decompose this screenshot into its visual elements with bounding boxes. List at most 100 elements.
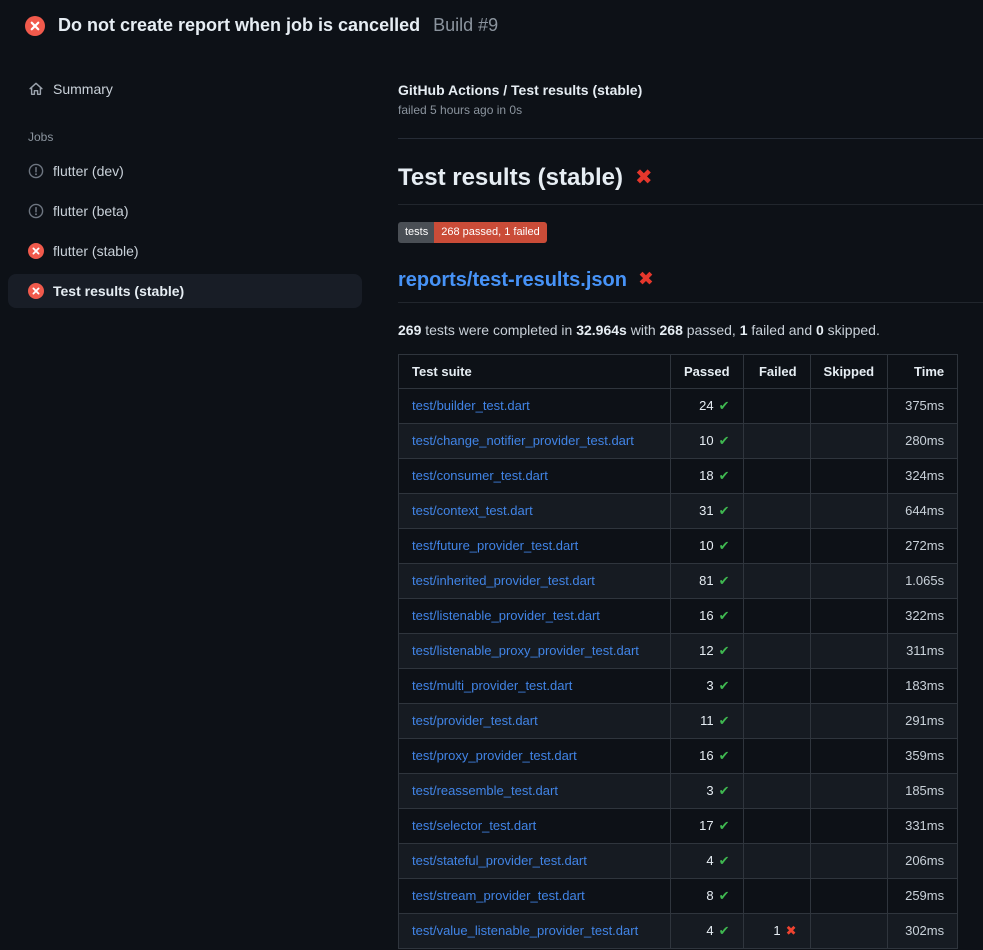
passed-value: 8 — [706, 888, 713, 903]
failed-value: 1 — [773, 923, 780, 938]
passed-cell: 16✔ — [671, 598, 744, 633]
check-icon: ✔ — [719, 469, 730, 484]
time-cell: 183ms — [888, 668, 958, 703]
alert-circle-icon — [28, 203, 44, 219]
table-row: test/selector_test.dart17✔331ms — [399, 808, 958, 843]
skipped-cell — [810, 633, 888, 668]
test-suite-cell: test/listenable_proxy_provider_test.dart — [399, 633, 671, 668]
failed-cell — [743, 738, 810, 773]
test-suite-cell: test/listenable_provider_test.dart — [399, 598, 671, 633]
time-cell: 206ms — [888, 843, 958, 878]
skipped-cell — [810, 493, 888, 528]
test-suite-cell: test/context_test.dart — [399, 493, 671, 528]
skipped-cell — [810, 388, 888, 423]
sidebar-item-flutter-beta[interactable]: flutter (beta) — [8, 194, 362, 228]
col-header-passed: Passed — [671, 354, 744, 388]
cross-mark-icon: ✖ — [635, 164, 653, 190]
table-header-row: Test suite Passed Failed Skipped Time — [399, 354, 958, 388]
test-suite-link[interactable]: test/listenable_provider_test.dart — [412, 608, 600, 623]
test-suite-link[interactable]: test/listenable_proxy_provider_test.dart — [412, 643, 639, 658]
test-suite-link[interactable]: test/stateful_provider_test.dart — [412, 853, 587, 868]
test-suite-link[interactable]: test/multi_provider_test.dart — [412, 678, 572, 693]
time-cell: 322ms — [888, 598, 958, 633]
test-suite-link[interactable]: test/context_test.dart — [412, 503, 533, 518]
passed-count: 268 — [660, 322, 683, 338]
test-suite-cell: test/proxy_provider_test.dart — [399, 738, 671, 773]
alert-circle-icon — [28, 163, 44, 179]
time-cell: 259ms — [888, 878, 958, 913]
test-suite-link[interactable]: test/change_notifier_provider_test.dart — [412, 433, 634, 448]
test-suite-cell: test/consumer_test.dart — [399, 458, 671, 493]
passed-value: 4 — [706, 923, 713, 938]
passed-value: 3 — [706, 783, 713, 798]
table-row: test/change_notifier_provider_test.dart 1… — [399, 423, 958, 458]
time-cell: 311ms — [888, 633, 958, 668]
table-row: test/proxy_provider_test.dart16✔359ms — [399, 738, 958, 773]
failed-cell — [743, 633, 810, 668]
col-header-time: Time — [888, 354, 958, 388]
passed-value: 31 — [699, 503, 713, 518]
passed-cell: 4✔ — [671, 843, 744, 878]
passed-value: 16 — [699, 748, 713, 763]
col-header-failed: Failed — [743, 354, 810, 388]
sidebar-item-flutter-dev[interactable]: flutter (dev) — [8, 154, 362, 188]
test-suite-link[interactable]: test/value_listenable_provider_test.dart — [412, 923, 638, 938]
passed-value: 3 — [706, 678, 713, 693]
skipped-cell — [810, 598, 888, 633]
x-circle-icon — [28, 243, 44, 259]
test-suite-cell: test/reassemble_test.dart — [399, 773, 671, 808]
failed-cell — [743, 808, 810, 843]
build-number: Build #9 — [433, 15, 498, 36]
check-icon: ✔ — [719, 819, 730, 834]
skipped-cell — [810, 458, 888, 493]
home-icon — [28, 81, 44, 97]
time-cell: 185ms — [888, 773, 958, 808]
table-row: test/listenable_proxy_provider_test.dart… — [399, 633, 958, 668]
table-row: test/builder_test.dart24✔375ms — [399, 388, 958, 423]
sidebar-item-test-results-stable[interactable]: Test results (stable) — [8, 274, 362, 308]
passed-value: 12 — [699, 643, 713, 658]
test-suite-link[interactable]: test/stream_provider_test.dart — [412, 888, 585, 903]
failed-cell — [743, 843, 810, 878]
test-suite-link[interactable]: test/consumer_test.dart — [412, 468, 548, 483]
test-suite-link[interactable]: test/builder_test.dart — [412, 398, 530, 413]
check-icon: ✔ — [719, 889, 730, 904]
passed-cell: 3✔ — [671, 668, 744, 703]
sidebar-item-flutter-stable[interactable]: flutter (stable) — [8, 234, 362, 268]
sidebar-item-label: Test results (stable) — [53, 283, 184, 299]
test-suite-link[interactable]: test/reassemble_test.dart — [412, 783, 558, 798]
test-suite-cell: test/stream_provider_test.dart — [399, 878, 671, 913]
badge-label: tests — [398, 222, 434, 243]
time-cell: 272ms — [888, 528, 958, 563]
table-row: test/future_provider_test.dart 10✔ 272ms — [399, 528, 958, 563]
check-icon: ✔ — [719, 924, 730, 939]
check-icon: ✔ — [719, 539, 730, 554]
col-header-skipped: Skipped — [810, 354, 888, 388]
test-suite-cell: test/value_listenable_provider_test.dart — [399, 913, 671, 948]
test-suite-link[interactable]: test/provider_test.dart — [412, 713, 538, 728]
passed-cell: 16✔ — [671, 738, 744, 773]
test-suite-link[interactable]: test/inherited_provider_test.dart — [412, 573, 595, 588]
passed-value: 10 — [699, 433, 713, 448]
passed-cell: 10✔ — [671, 528, 744, 563]
time-cell: 644ms — [888, 493, 958, 528]
check-icon: ✔ — [719, 854, 730, 869]
table-row: test/consumer_test.dart18✔324ms — [399, 458, 958, 493]
skipped-cell — [810, 913, 888, 948]
run-status-line: failed 5 hours ago in 0s — [398, 103, 983, 117]
sidebar-item-summary[interactable]: Summary — [8, 72, 362, 106]
check-icon: ✔ — [719, 504, 730, 519]
passed-cell: 24✔ — [671, 388, 744, 423]
passed-cell: 81✔ — [671, 563, 744, 598]
failed-cell — [743, 878, 810, 913]
badge-value: 268 passed, 1 failed — [434, 222, 546, 243]
passed-cell: 31 ✔ — [671, 493, 744, 528]
test-suite-link[interactable]: test/proxy_provider_test.dart — [412, 748, 577, 763]
time-cell: 1.065s — [888, 563, 958, 598]
passed-cell: 4✔ — [671, 913, 744, 948]
report-file-link[interactable]: reports/test-results.json — [398, 268, 627, 293]
test-suite-link[interactable]: test/selector_test.dart — [412, 818, 536, 833]
test-suite-link[interactable]: test/future_provider_test.dart — [412, 538, 578, 553]
passed-value: 4 — [706, 853, 713, 868]
table-row: test/inherited_provider_test.dart 81✔ 1.06… — [399, 563, 958, 598]
